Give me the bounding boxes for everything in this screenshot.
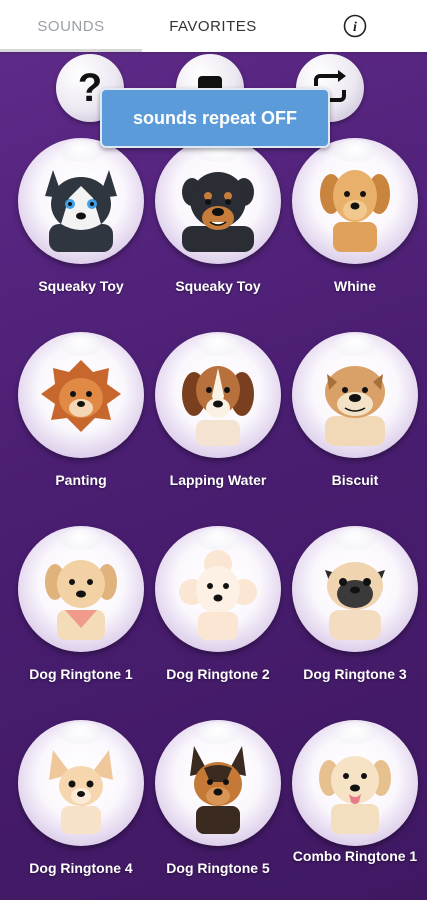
chihuahua-icon: [49, 750, 113, 834]
sound-label: Dog Ringtone 5: [166, 860, 270, 876]
tab-sounds[interactable]: SOUNDS: [0, 0, 142, 52]
labrador-bandana-icon: [45, 560, 117, 640]
german-shepherd-icon: [190, 746, 246, 834]
sound-bubble: [155, 526, 281, 652]
husky-icon: [45, 170, 117, 252]
sound-button-5[interactable]: Lapping Water: [153, 332, 290, 522]
pug-icon: [325, 562, 385, 640]
info-button[interactable]: i: [343, 14, 367, 38]
sound-bubble: [292, 138, 418, 264]
svg-text:i: i: [353, 20, 357, 35]
labrador-icon: [319, 756, 391, 834]
bulldog-icon: [325, 366, 385, 446]
sound-label: Dog Ringtone 4: [29, 860, 133, 876]
sound-button-9[interactable]: Dog Ringtone 3: [290, 526, 427, 716]
top-tab-bar: SOUNDS FAVORITES i: [0, 0, 427, 52]
sound-label: Panting: [55, 472, 107, 488]
info-icon: i: [343, 14, 367, 38]
sound-label: Dog Ringtone 2: [166, 666, 270, 682]
beagle-icon: [182, 366, 254, 446]
sound-bubble: [155, 720, 281, 846]
sound-button-1[interactable]: Squeaky Toy: [16, 138, 153, 328]
golden-retriever-icon: [320, 170, 390, 252]
sound-label: Lapping Water: [169, 472, 267, 488]
pomeranian-icon: [41, 360, 121, 432]
tab-favorites[interactable]: FAVORITES: [142, 0, 284, 52]
sound-bubble: [292, 526, 418, 652]
sound-label: Dog Ringtone 1: [29, 666, 133, 682]
sound-button-11[interactable]: Dog Ringtone 5: [153, 720, 290, 900]
repeat-toast: sounds repeat OFF: [100, 88, 330, 148]
sound-bubble: [18, 332, 144, 458]
poodle-icon: [179, 550, 257, 640]
sound-label: Dog Ringtone 3: [303, 666, 407, 682]
sound-bubble: [18, 526, 144, 652]
sound-label: Squeaky Toy: [175, 278, 261, 294]
sound-button-6[interactable]: Biscuit: [290, 332, 427, 522]
sound-bubble: [292, 720, 418, 846]
sound-button-7[interactable]: Dog Ringtone 1: [16, 526, 153, 716]
sound-button-4[interactable]: Panting: [16, 332, 153, 522]
sound-label: Whine: [334, 278, 376, 294]
sound-label: Biscuit: [331, 472, 379, 488]
sound-bubble: [155, 332, 281, 458]
sound-label: Squeaky Toy: [38, 278, 124, 294]
sound-button-3[interactable]: Whine: [290, 138, 427, 328]
question-icon: ?: [77, 65, 103, 110]
sound-bubble: [155, 138, 281, 264]
sound-bubble: [18, 138, 144, 264]
sound-button-8[interactable]: Dog Ringtone 2: [153, 526, 290, 716]
sound-button-10[interactable]: Dog Ringtone 4: [16, 720, 153, 900]
rottweiler-icon: [182, 172, 254, 252]
sound-button-12[interactable]: Combo Ringtone 1: [290, 720, 427, 900]
sound-button-2[interactable]: Squeaky Toy: [153, 138, 290, 328]
sounds-panel: ? sounds repeat OFF Squeaky Toy Squeaky …: [0, 52, 427, 900]
sound-label: Combo Ringtone 1: [292, 848, 418, 864]
sound-bubble: [18, 720, 144, 846]
sound-bubble: [292, 332, 418, 458]
